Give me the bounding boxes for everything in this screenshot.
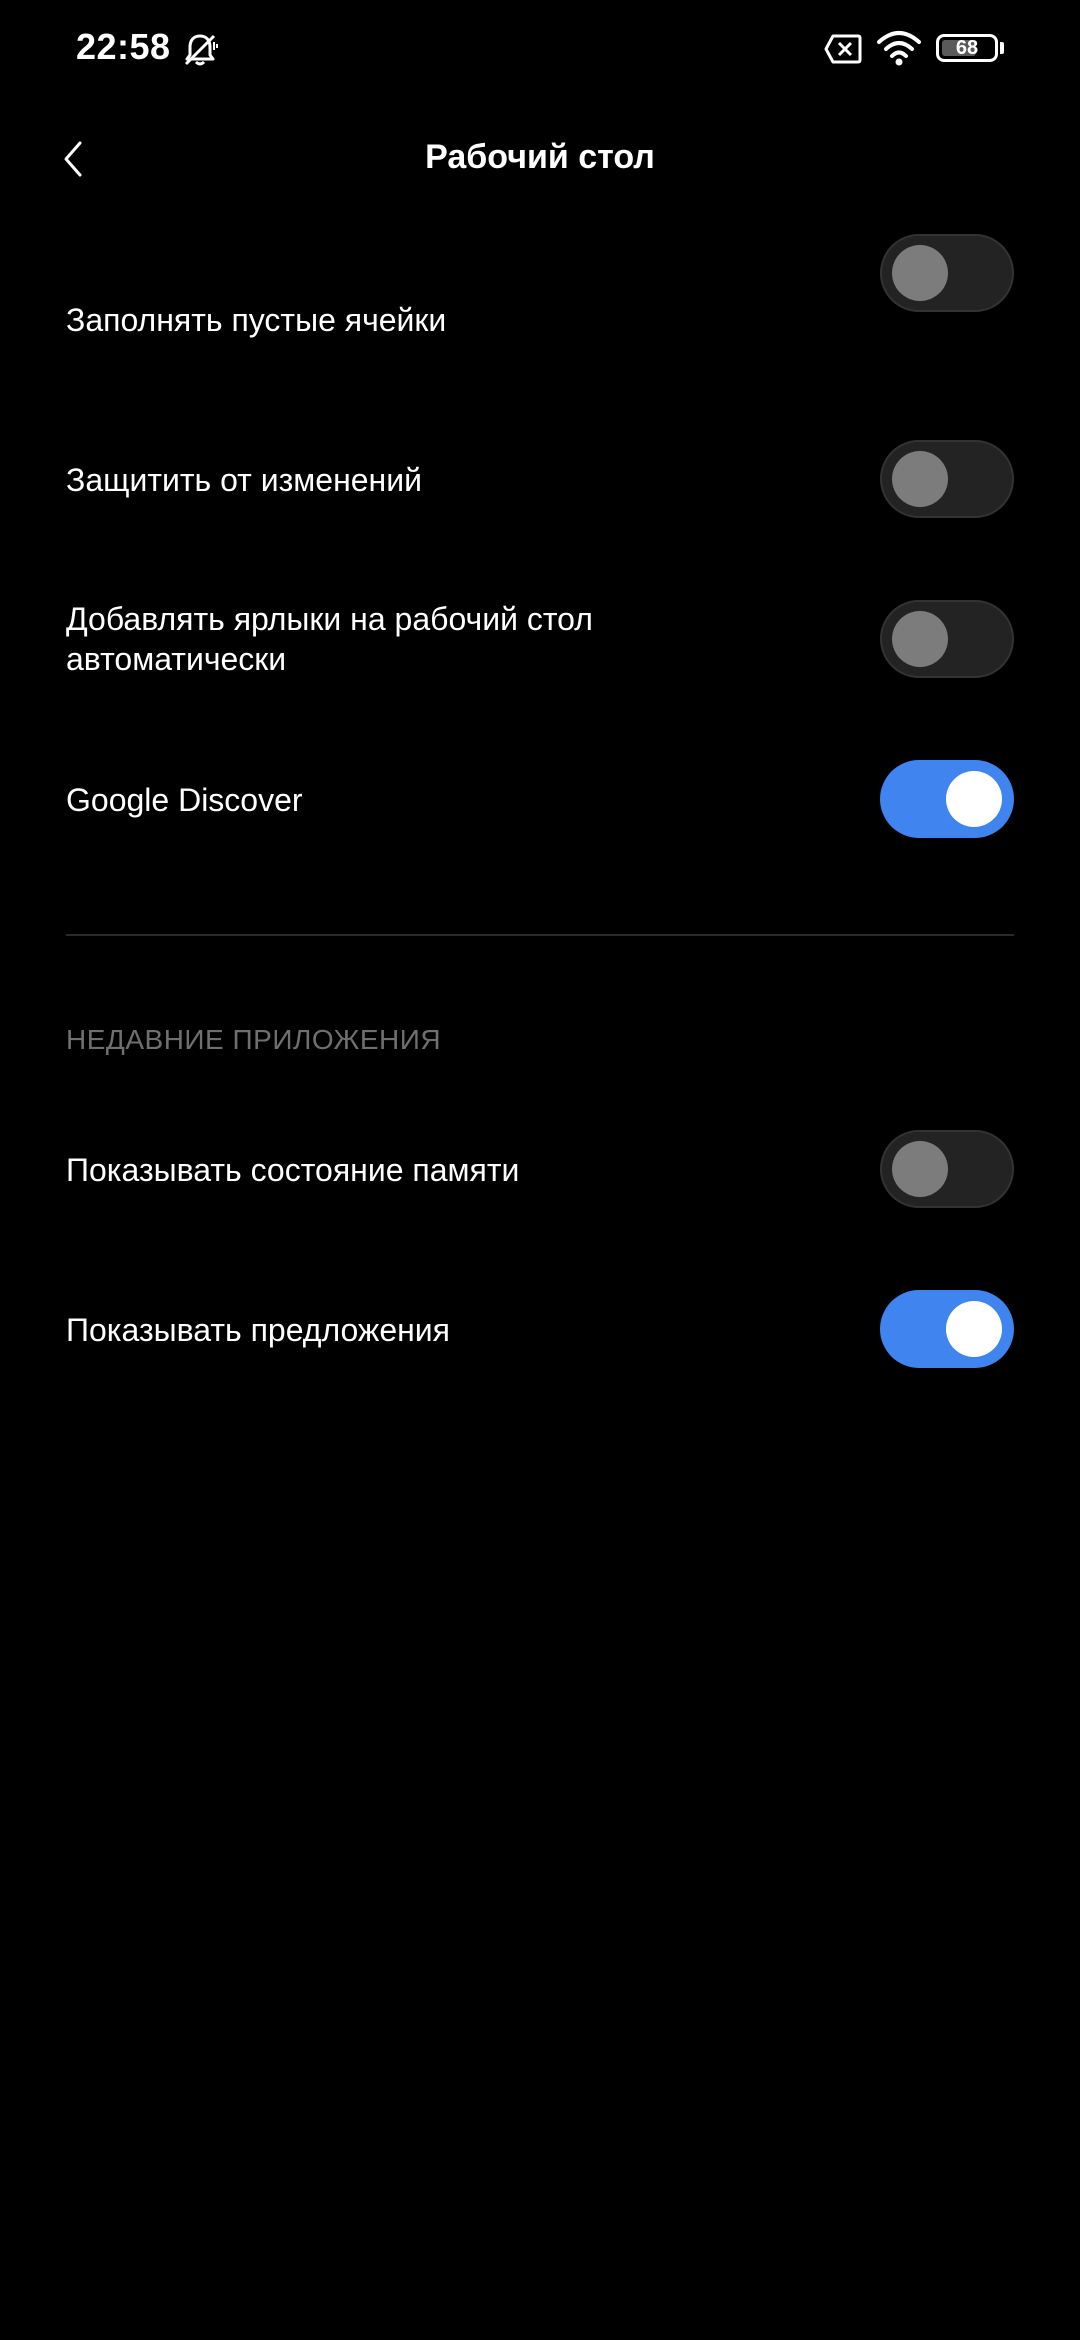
battery-nub (1000, 42, 1004, 54)
toggle-knob (892, 611, 948, 667)
setting-row-show-suggestions[interactable]: Показывать предложения (0, 1280, 1080, 1380)
setting-label: Заполнять пустые ячейки (66, 302, 447, 338)
toggle-knob (892, 245, 948, 301)
battery-icon: 68 (936, 34, 998, 62)
toggle-switch[interactable] (880, 1130, 1014, 1208)
page-title: Рабочий стол (425, 138, 655, 176)
wifi-icon (877, 31, 921, 66)
toggle-knob (946, 1301, 1002, 1357)
setting-label: Добавлять ярлыки на рабочий стол автомат… (66, 601, 593, 677)
toggle-switch[interactable] (880, 1290, 1014, 1368)
toggle-switch[interactable] (880, 760, 1014, 838)
setting-row-show-memory[interactable]: Показывать состояние памяти (0, 1120, 1080, 1220)
bell-off-icon (184, 34, 218, 66)
setting-row-protect-changes[interactable]: Защитить от изменений (0, 430, 1080, 530)
toggle-knob (892, 1141, 948, 1197)
toggle-switch[interactable] (880, 234, 1014, 312)
sim-none-icon (824, 34, 862, 64)
status-time: 22:58 (76, 26, 171, 67)
toggle-switch[interactable] (880, 440, 1014, 518)
divider (66, 934, 1014, 936)
setting-label: Защитить от изменений (66, 462, 422, 498)
setting-row-google-discover[interactable]: Google Discover (0, 750, 1080, 850)
toggle-switch[interactable] (880, 600, 1014, 678)
toggle-knob (946, 771, 1002, 827)
setting-label: Google Discover (66, 782, 303, 818)
setting-label: Показывать состояние памяти (66, 1152, 520, 1188)
setting-label: Показывать предложения (66, 1312, 450, 1348)
header: Рабочий стол (0, 120, 1080, 200)
section-header-recent-apps: НЕДАВНИЕ ПРИЛОЖЕНИЯ (66, 1024, 442, 1055)
battery-level-text: 68 (955, 37, 979, 59)
toggle-knob (892, 451, 948, 507)
setting-row-add-shortcuts[interactable]: Добавлять ярлыки на рабочий стол автомат… (0, 590, 1080, 690)
setting-row-fill-empty-cells[interactable]: Заполнять пустые ячейки (0, 234, 1080, 370)
status-bar: 22:58 68 (0, 0, 1080, 100)
